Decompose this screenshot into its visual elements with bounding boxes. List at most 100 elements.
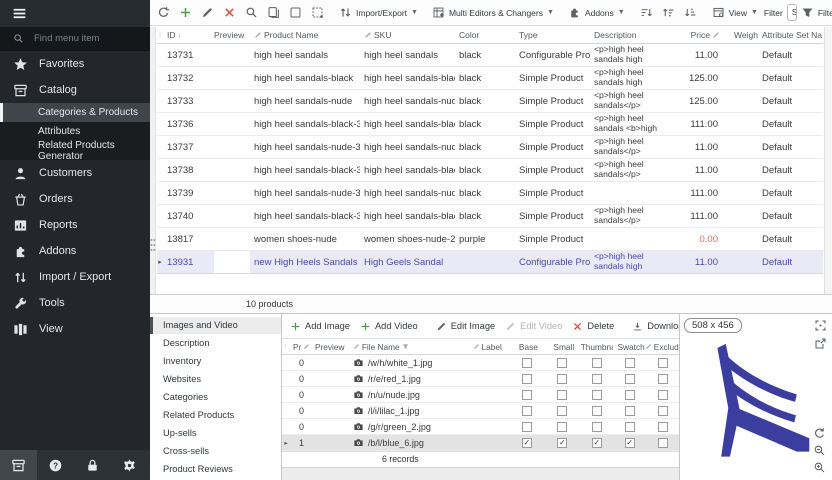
checkbox-exclude[interactable]: [658, 374, 668, 384]
sidebar-item-reports[interactable]: Reports: [0, 212, 150, 238]
checkbox-thumbna[interactable]: [592, 358, 602, 368]
checkbox-exclude[interactable]: [658, 406, 668, 416]
checkbox-small[interactable]: [557, 422, 567, 432]
checkbox-small[interactable]: [557, 358, 567, 368]
checkbox-swatch[interactable]: [625, 390, 635, 400]
delete-image-button[interactable]: Delete: [568, 316, 618, 336]
image-row-l-i-lilac-1-jpg[interactable]: 0/l/i/lilac_1.jpg: [282, 403, 679, 419]
image-row-r-e-red-1-jpg[interactable]: 0/r/e/red_1.jpg: [282, 371, 679, 387]
column-header-swatch[interactable]: Swatch: [613, 342, 646, 352]
image-row-w-h-white-1-jpg[interactable]: 0/w/h/white_1.jpg: [282, 355, 679, 371]
column-header-description[interactable]: Description: [590, 30, 658, 40]
catalog-button[interactable]: [0, 450, 37, 480]
column-header-type[interactable]: Type: [515, 30, 590, 40]
tab-inventory[interactable]: Inventory: [150, 353, 281, 370]
checkbox-small[interactable]: ✓: [557, 438, 567, 448]
filters-menu[interactable]: Filters▼: [798, 3, 832, 23]
column-header-thumbna[interactable]: Thumbna: [580, 342, 613, 352]
product-row-13740[interactable]: 13740high heel sandals-black-38high heel…: [157, 205, 823, 228]
column-header-pr[interactable]: Pr: [290, 342, 312, 352]
column-header-label[interactable]: Label: [470, 342, 510, 352]
sidebar-item-favorites[interactable]: Favorites: [0, 51, 150, 77]
tab-images-and-video[interactable]: Images and Video: [150, 317, 281, 334]
edit-image-button[interactable]: Edit Image: [432, 316, 499, 336]
tab-websites[interactable]: Websites: [150, 371, 281, 388]
product-row-13817[interactable]: 13817women shoes-nudewomen shoes-nude-2p…: [157, 228, 823, 251]
help-button[interactable]: ?: [37, 450, 74, 480]
column-header-weight[interactable]: Weight: [730, 30, 758, 40]
add-image-button[interactable]: Add Image: [286, 316, 354, 336]
sort-descending-button[interactable]: [680, 3, 701, 23]
edit-video-button[interactable]: Edit Video: [501, 316, 566, 336]
settings-button[interactable]: [111, 450, 148, 480]
grip-handle-icon[interactable]: [149, 237, 157, 253]
sort-ascending-button[interactable]: [658, 3, 679, 23]
tab-description[interactable]: Description: [150, 335, 281, 352]
product-row-13737[interactable]: 13737high heel sandals-nude-36high heel …: [157, 136, 823, 159]
checkbox-base[interactable]: [522, 406, 532, 416]
checkbox-thumbna[interactable]: ✓: [592, 438, 602, 448]
product-row-13739[interactable]: 13739high heel sandals-nude-37high heel …: [157, 182, 823, 205]
product-row-13732[interactable]: 13732high heel sandals-blackhigh heel sa…: [157, 67, 823, 90]
checkbox-thumbna[interactable]: [592, 390, 602, 400]
sidebar-item-import-export[interactable]: Import / Export: [0, 264, 150, 290]
column-header-sku[interactable]: SKU: [360, 30, 455, 40]
product-row-13731[interactable]: 13731high heel sandalshigh heel sandalsb…: [157, 44, 823, 67]
sidebar-item-related-products-generator[interactable]: Related Products Generator: [0, 141, 150, 160]
checkbox-base[interactable]: ✓: [522, 438, 532, 448]
fullscreen-icon[interactable]: [814, 319, 827, 332]
duplicate-button[interactable]: [263, 3, 284, 23]
sort-az-button[interactable]: [636, 3, 657, 23]
vertical-scrollbar[interactable]: [824, 27, 832, 294]
checkbox-swatch[interactable]: [625, 406, 635, 416]
addons-menu[interactable]: Addons▼: [565, 3, 628, 23]
multi-editors-menu[interactable]: Multi Editors & Changers▼: [429, 3, 557, 23]
hamburger-menu-icon[interactable]: [11, 5, 28, 22]
image-row-n-u-nude-jpg[interactable]: 0/n/u/nude.jpg: [282, 387, 679, 403]
column-header-id[interactable]: ID↓: [163, 30, 210, 40]
column-header-attribute-set-name[interactable]: Attribute Set Name: [758, 30, 822, 40]
check-products-button[interactable]: [285, 3, 306, 23]
menu-search-input[interactable]: [32, 32, 132, 45]
select-products-button[interactable]: [307, 3, 328, 23]
column-header-small[interactable]: Small: [544, 342, 580, 352]
checkbox-base[interactable]: [522, 390, 532, 400]
column-header-color[interactable]: Color: [455, 30, 515, 40]
tab-cross-sells[interactable]: Cross-sells: [150, 443, 281, 460]
column-header-base[interactable]: Base: [509, 342, 544, 352]
checkbox-small[interactable]: [557, 374, 567, 384]
product-row-13733[interactable]: 13733high heel sandals-nudehigh heel san…: [157, 90, 823, 113]
zoom-out-icon[interactable]: [813, 444, 826, 457]
import-export-menu[interactable]: Import/Export▼: [336, 3, 421, 23]
tab-related-products[interactable]: Related Products: [150, 407, 281, 424]
column-header-preview[interactable]: Preview: [210, 30, 250, 40]
download-image-button[interactable]: Download Image: [628, 316, 679, 336]
checkbox-thumbna[interactable]: [592, 422, 602, 432]
image-row-b-l-blue-6-jpg[interactable]: ▸1/b/l/blue_6.jpg✓✓✓✓: [282, 435, 679, 451]
checkbox-small[interactable]: [557, 406, 567, 416]
product-row-13931[interactable]: ▸13931new High Heels SandalsHigh Geels S…: [157, 251, 823, 274]
category-filter-select[interactable]: Show products from selected categories▼: [787, 4, 797, 21]
column-header-exclude[interactable]: Exclude: [646, 342, 679, 352]
checkbox-thumbna[interactable]: [592, 374, 602, 384]
sidebar-item-tools[interactable]: Tools: [0, 290, 150, 316]
tab-product-reviews[interactable]: Product Reviews: [150, 461, 281, 478]
checkbox-base[interactable]: [522, 374, 532, 384]
sidebar-item-categories-products[interactable]: Categories & Products: [0, 103, 150, 122]
column-header-product-name[interactable]: Product Name: [250, 30, 360, 40]
panel-splitter[interactable]: [150, 27, 156, 294]
checkbox-exclude[interactable]: [658, 390, 668, 400]
lock-button[interactable]: [74, 450, 111, 480]
checkbox-exclude[interactable]: [658, 422, 668, 432]
column-header-file-name[interactable]: File Name: [350, 342, 470, 352]
checkbox-base[interactable]: [522, 358, 532, 368]
sidebar-item-view[interactable]: View: [0, 316, 150, 342]
tab-categories[interactable]: Categories: [150, 389, 281, 406]
open-external-icon[interactable]: [814, 337, 827, 350]
add-product-button[interactable]: [175, 3, 196, 23]
checkbox-swatch[interactable]: [625, 422, 635, 432]
sidebar-item-addons[interactable]: Addons: [0, 238, 150, 264]
edit-product-button[interactable]: [197, 3, 218, 23]
column-header-preview[interactable]: Preview: [312, 342, 350, 352]
add-video-button[interactable]: Add Video: [356, 316, 422, 336]
